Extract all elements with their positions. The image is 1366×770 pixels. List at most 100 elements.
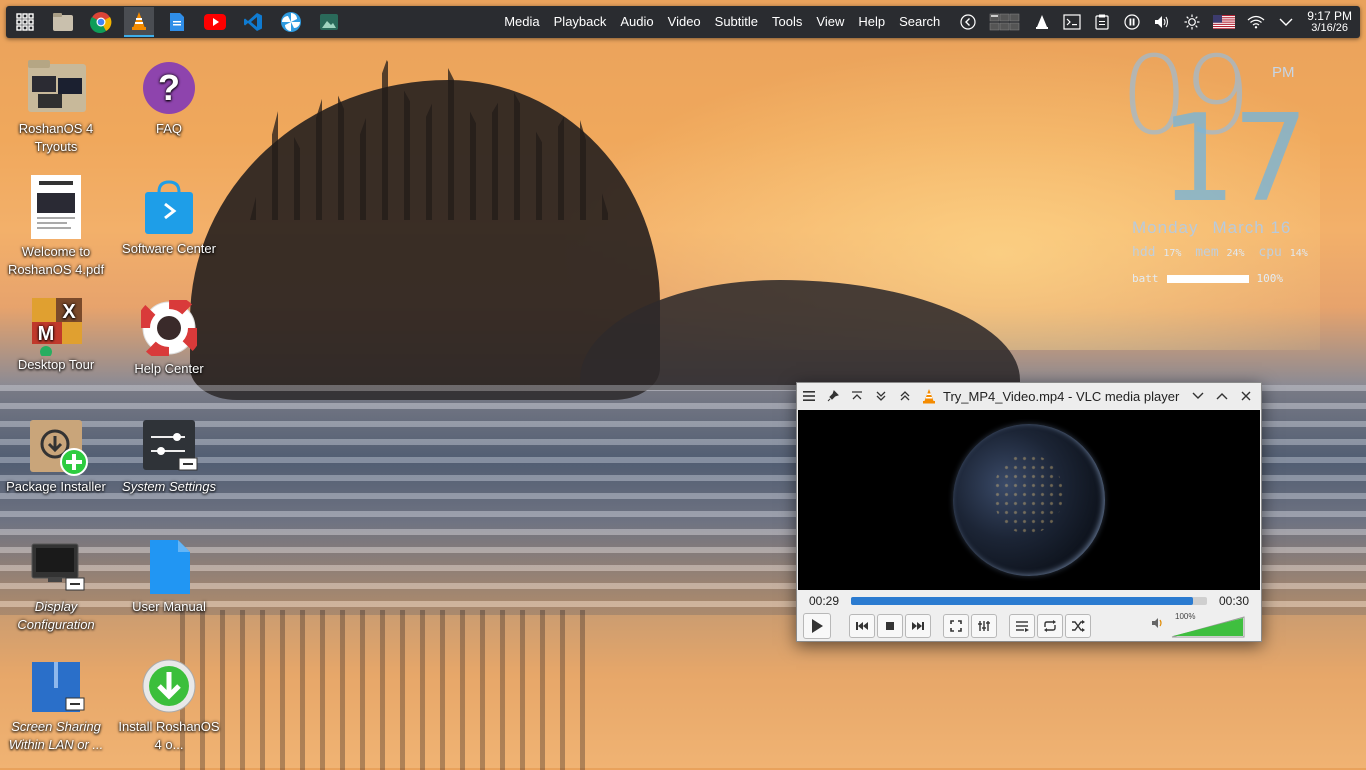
folder-icon bbox=[28, 60, 86, 116]
vlc-cone-icon bbox=[920, 387, 938, 405]
vlc-window: Try_MP4_Video.mp4 - VLC media player 00:… bbox=[796, 382, 1262, 642]
desktop-icon-label: User Manual bbox=[132, 599, 206, 614]
shade-icon[interactable] bbox=[896, 387, 914, 405]
document-icon[interactable] bbox=[162, 7, 192, 37]
desktop-icon-label: Install RoshanOS 4 o... bbox=[118, 719, 220, 752]
seek-slider[interactable] bbox=[851, 597, 1207, 605]
volume-control: 100% bbox=[1151, 612, 1245, 638]
batt-value: 100% bbox=[1256, 272, 1284, 285]
next-button[interactable] bbox=[905, 614, 931, 638]
image-viewer-icon[interactable] bbox=[314, 7, 344, 37]
conky-stats: hdd 17% mem 24% cpu 14% bbox=[1132, 245, 1314, 260]
mem-label: mem bbox=[1195, 245, 1219, 260]
battery-bar bbox=[1166, 274, 1249, 283]
conky-battery: batt 100% bbox=[1132, 272, 1283, 285]
minimize-icon[interactable] bbox=[1189, 387, 1207, 405]
menu-playback[interactable]: Playback bbox=[547, 6, 614, 38]
desktop-icon-label: Welcome to RoshanOS 4.pdf bbox=[7, 244, 105, 277]
desktop-icon-label: Software Center bbox=[122, 241, 216, 256]
desktop-icon-screen-sharing[interactable]: Screen Sharing Within LAN or ... bbox=[1, 658, 111, 754]
desktop-icon-label: FAQ bbox=[155, 121, 182, 136]
xm-tour-icon: XM bbox=[28, 296, 84, 358]
play-button[interactable] bbox=[803, 613, 831, 639]
pin-icon[interactable] bbox=[824, 387, 842, 405]
desktop-icon-display-configuration[interactable]: Display Configuration bbox=[1, 538, 111, 634]
maximize-icon[interactable] bbox=[1213, 387, 1231, 405]
menu-audio[interactable]: Audio bbox=[613, 6, 660, 38]
desktop-icon-faq[interactable]: ? FAQ bbox=[114, 60, 224, 138]
file-manager-icon[interactable] bbox=[48, 7, 78, 37]
desktop-icon-label: RoshanOS 4 Tryouts bbox=[18, 121, 94, 154]
desktop-icon-system-settings[interactable]: System Settings bbox=[114, 418, 224, 496]
extended-settings-button[interactable] bbox=[971, 614, 997, 638]
pinwheel-icon[interactable] bbox=[276, 7, 306, 37]
desktop-icon-welcome-pdf[interactable]: Welcome to RoshanOS 4.pdf bbox=[1, 175, 111, 279]
desktop-icon-label: Display Configuration bbox=[17, 599, 95, 632]
stop-button[interactable] bbox=[877, 614, 903, 638]
conky-minute: 17 bbox=[1160, 90, 1309, 229]
total-time: 00:30 bbox=[1218, 594, 1250, 608]
loop-button[interactable] bbox=[1037, 614, 1063, 638]
youtube-icon[interactable] bbox=[200, 7, 230, 37]
playlist-button[interactable] bbox=[1009, 614, 1035, 638]
clock-time: 9:17 PM bbox=[1307, 9, 1352, 23]
pause-icon[interactable] bbox=[1123, 13, 1141, 31]
wifi-icon[interactable] bbox=[1247, 13, 1265, 31]
us-flag-icon[interactable] bbox=[1213, 13, 1236, 31]
lifebuoy-icon bbox=[136, 295, 202, 361]
zip-archive-icon bbox=[28, 658, 85, 714]
desktop-icon-label: Desktop Tour bbox=[17, 357, 95, 372]
mem-value: 24% bbox=[1226, 248, 1245, 259]
desktop-icon-label: Package Installer bbox=[6, 479, 106, 494]
desktop-icon-package-installer[interactable]: Package Installer bbox=[1, 418, 111, 496]
close-icon[interactable] bbox=[1237, 387, 1255, 405]
pager-icon[interactable] bbox=[989, 13, 1021, 31]
conky-date: Monday March 16 bbox=[1132, 218, 1305, 238]
menu-help[interactable]: Help bbox=[851, 6, 892, 38]
vlc-titlebar[interactable]: Try_MP4_Video.mp4 - VLC media player bbox=[797, 383, 1261, 409]
volume-slider[interactable]: 100% bbox=[1171, 612, 1245, 638]
menu-media[interactable]: Media bbox=[497, 6, 546, 38]
hdd-value: 17% bbox=[1163, 248, 1182, 259]
question-icon: ? bbox=[141, 60, 197, 116]
shuffle-button[interactable] bbox=[1065, 614, 1091, 638]
desktop-icon-install[interactable]: Install RoshanOS 4 o... bbox=[114, 658, 224, 754]
chevron-down-icon[interactable] bbox=[1277, 13, 1295, 31]
fullscreen-button[interactable] bbox=[943, 614, 969, 638]
control-bar: 100% bbox=[797, 612, 1261, 640]
previous-button[interactable] bbox=[849, 614, 875, 638]
menu-tools[interactable]: Tools bbox=[765, 6, 809, 38]
video-area[interactable] bbox=[798, 410, 1260, 590]
svg-text:X: X bbox=[62, 301, 76, 323]
elapsed-time: 00:29 bbox=[808, 594, 840, 608]
package-icon bbox=[28, 418, 88, 476]
conky-day: Monday bbox=[1132, 218, 1199, 237]
terminal-icon[interactable] bbox=[1063, 13, 1081, 31]
earth-video-frame bbox=[953, 424, 1105, 576]
menu-subtitle[interactable]: Subtitle bbox=[708, 6, 765, 38]
brightness-icon[interactable] bbox=[1183, 13, 1201, 31]
app-launcher-icon[interactable] bbox=[10, 7, 40, 37]
vlc-icon[interactable] bbox=[124, 7, 154, 37]
clipboard-icon[interactable] bbox=[1093, 13, 1111, 31]
desktop-icon-software-center[interactable]: Software Center bbox=[114, 180, 224, 258]
hdd-label: hdd bbox=[1132, 245, 1156, 260]
chrome-icon[interactable] bbox=[86, 7, 116, 37]
menu-view[interactable]: View bbox=[809, 6, 851, 38]
keep-below-icon[interactable] bbox=[872, 387, 890, 405]
desktop-icon-tryouts[interactable]: RoshanOS 4 Tryouts bbox=[1, 60, 111, 156]
keep-above-icon[interactable] bbox=[848, 387, 866, 405]
settings-sliders-icon bbox=[141, 418, 198, 474]
vlc-tray-icon[interactable] bbox=[1033, 13, 1051, 31]
vscode-icon[interactable] bbox=[238, 7, 268, 37]
volume-icon[interactable] bbox=[1153, 13, 1171, 31]
window-menu-icon[interactable] bbox=[800, 387, 818, 405]
back-circle-icon[interactable] bbox=[959, 13, 977, 31]
desktop-icon-user-manual[interactable]: User Manual bbox=[114, 538, 224, 616]
desktop-icon-desktop-tour[interactable]: XM Desktop Tour bbox=[1, 296, 111, 374]
desktop-icon-help-center[interactable]: Help Center bbox=[114, 295, 224, 378]
speaker-icon[interactable] bbox=[1151, 616, 1165, 634]
menu-video[interactable]: Video bbox=[661, 6, 708, 38]
panel-clock[interactable]: 9:17 PM 3/16/26 bbox=[1307, 10, 1352, 34]
menu-search[interactable]: Search bbox=[892, 6, 947, 38]
